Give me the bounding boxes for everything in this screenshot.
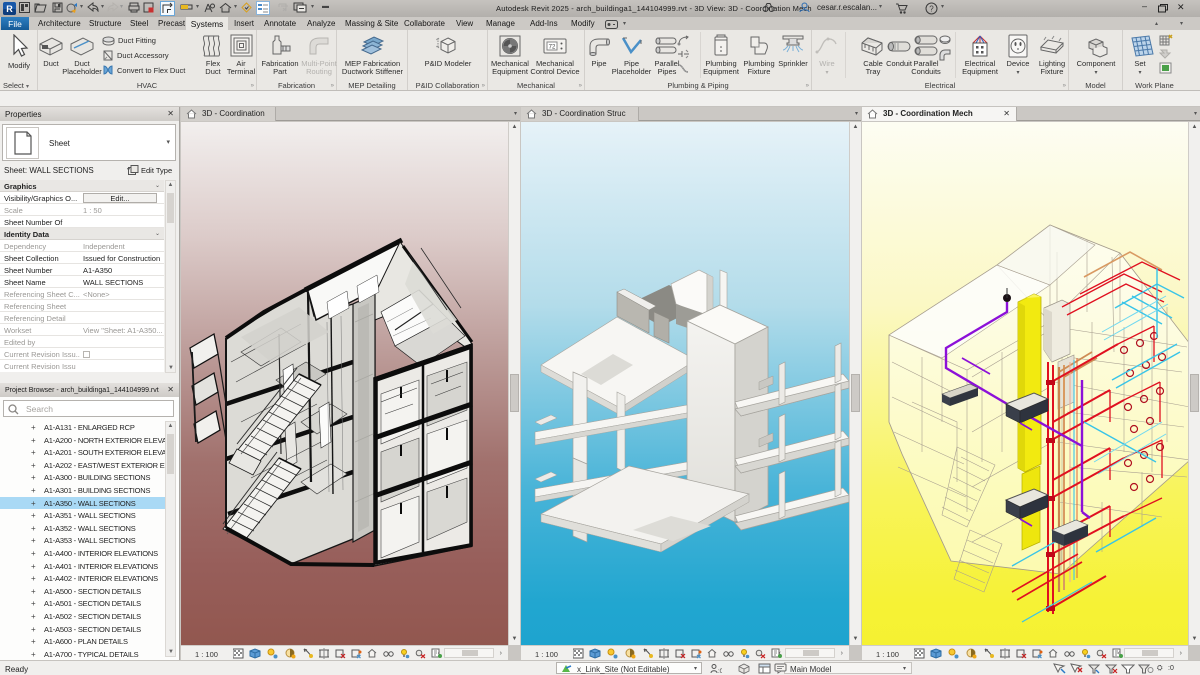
- svg-text::0: :0: [718, 669, 722, 674]
- svg-text:72: 72: [549, 45, 556, 51]
- svg-text:R: R: [6, 4, 13, 14]
- svg-text:?: ?: [929, 5, 934, 14]
